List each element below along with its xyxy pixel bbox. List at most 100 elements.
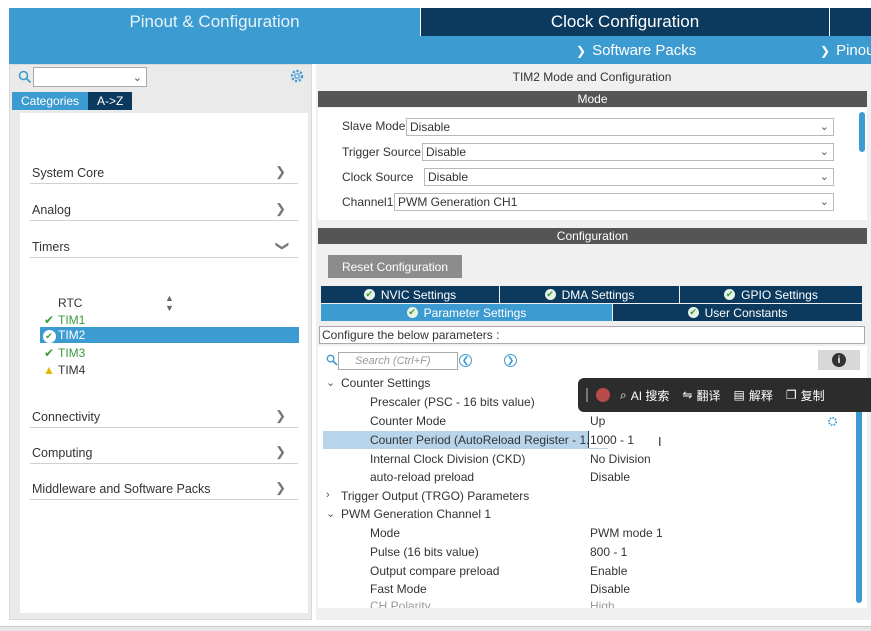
clock-source-select[interactable]: Disable ⌄ (424, 168, 834, 186)
group-label: Counter Settings (341, 376, 431, 390)
timer-item-tim2[interactable]: ✔ TIM2 (40, 327, 299, 343)
param-row[interactable]: Mode PWM mode 1 (318, 524, 838, 542)
chevron-down-icon: ⌄ (819, 121, 829, 133)
panel-title: TIM2 Mode and Configuration (512, 70, 672, 84)
book-icon: ▤ (733, 388, 745, 402)
mode-scrollbar[interactable] (859, 112, 865, 152)
param-value: Disable (590, 582, 631, 596)
timer-item-rtc[interactable]: RTC (40, 295, 299, 311)
gear-icon[interactable] (289, 68, 305, 84)
check-circle-icon: ✔ (406, 307, 418, 318)
timer-item-tim4[interactable]: ▲ TIM4 (40, 362, 299, 378)
mode-row-label: Slave Mode (342, 119, 406, 133)
chevron-down-icon: ⌄ (132, 72, 142, 84)
info-icon[interactable]: i (818, 350, 860, 370)
mode-section: Slave Mode Disable ⌄ Trigger Source Disa… (318, 108, 867, 220)
software-packs-menu[interactable]: ❯ Software Packs (576, 42, 696, 59)
chevron-right-icon: ❯ (275, 408, 286, 423)
chevron-right-icon: ❯ (275, 164, 286, 179)
ai-logo-icon[interactable] (596, 388, 610, 402)
category-analog[interactable]: Analog ❯ (30, 194, 298, 221)
param-row[interactable]: auto-reload preload Disable (318, 468, 838, 486)
next-result-icon[interactable]: ❯ (504, 354, 517, 367)
timer-item-tim1[interactable]: ✔ TIM1 (40, 312, 299, 328)
search-icon[interactable] (18, 70, 32, 84)
drag-handle-icon[interactable] (586, 388, 588, 402)
mode-row-label: Channel1 (342, 195, 394, 209)
channel1-select[interactable]: PWM Generation CH1 ⌄ (394, 193, 834, 211)
tab-user-constants[interactable]: ✔ User Constants (613, 304, 862, 321)
category-label: Computing (32, 446, 93, 460)
floating-ai-toolbar: ⌕ AI 搜索 ⇋ 翻译 ▤ 解释 ❐ 复制 (578, 378, 871, 412)
category-label: Connectivity (32, 410, 101, 424)
param-label: Fast Mode (370, 582, 427, 596)
search-combobox[interactable]: ⌄ (33, 67, 147, 87)
tab-categories[interactable]: Categories (12, 92, 89, 110)
parameter-scrollbar[interactable] (856, 398, 862, 603)
button-label: 解释 (748, 388, 773, 403)
tab-pinout-configuration[interactable]: Pinout & Configuration (9, 8, 420, 36)
trigger-source-select[interactable]: Disable ⌄ (422, 143, 834, 161)
reset-configuration-button[interactable]: Reset Configuration (328, 255, 462, 278)
chevron-down-icon: ❯ (275, 240, 291, 252)
param-value: Disable (590, 470, 631, 484)
param-label: Mode (370, 526, 401, 540)
search-icon: ⌕ (620, 387, 627, 402)
param-row[interactable]: Fast Mode Disable (318, 580, 838, 598)
category-connectivity[interactable]: Connectivity ❯ (30, 401, 298, 428)
group-pwm-channel-1[interactable]: ⌄ PWM Generation Channel 1 (318, 505, 838, 523)
chevron-down-icon: ⌄ (819, 146, 829, 158)
tab-label: GPIO Settings (741, 287, 818, 302)
search-icon (326, 354, 338, 366)
software-packs-label: Software Packs (592, 42, 697, 59)
category-system-core[interactable]: System Core ❯ (30, 157, 298, 184)
param-label: Counter Mode (370, 414, 447, 428)
param-row[interactable]: Internal Clock Division (CKD) No Divisio… (318, 450, 838, 468)
param-label: Counter Period (AutoReload Register - 1.… (370, 433, 597, 447)
tab-a-z[interactable]: A->Z (88, 92, 133, 110)
category-label: System Core (32, 166, 105, 180)
copy-button[interactable]: ❐ 复制 (786, 387, 825, 404)
check-icon: ✔ (43, 313, 55, 327)
tab-dma-settings[interactable]: ✔ DMA Settings (500, 286, 679, 303)
param-row-partial[interactable]: CH Polarity High (318, 597, 838, 608)
slave-mode-select[interactable]: Disable ⌄ (406, 118, 834, 136)
category-timers[interactable]: Timers ❯ (30, 231, 298, 258)
tab-label: User Constants (704, 305, 788, 320)
group-trgo-parameters[interactable]: › Trigger Output (TRGO) Parameters (318, 487, 838, 505)
param-row[interactable]: Counter Mode Up (318, 412, 838, 430)
tab-clock-configuration[interactable]: Clock Configuration (421, 8, 829, 36)
select-value: Disable (428, 170, 469, 184)
text-cursor-icon: I (658, 434, 662, 449)
timer-label: TIM1 (58, 313, 86, 327)
ai-search-button[interactable]: ⌕ AI 搜索 (620, 387, 669, 404)
category-label: Timers (32, 240, 70, 254)
tab-label: Clock Configuration (550, 12, 700, 31)
param-row[interactable]: Output compare preload Enable (318, 562, 838, 580)
tab-more[interactable] (830, 8, 871, 36)
tab-label: DMA Settings (561, 287, 635, 302)
timer-item-tim3[interactable]: ✔ TIM3 (40, 345, 299, 361)
category-middleware[interactable]: Middleware and Software Packs ❯ (30, 473, 298, 500)
timer-label: TIM3 (58, 346, 86, 360)
select-value: Disable (410, 120, 451, 134)
gear-icon[interactable] (827, 416, 838, 427)
tab-gpio-settings[interactable]: ✔ GPIO Settings (680, 286, 862, 303)
timer-label: TIM4 (58, 363, 86, 377)
param-row-counter-period[interactable]: Counter Period (AutoReload Register - 1.… (318, 431, 838, 449)
explain-button[interactable]: ▤ 解释 (734, 387, 773, 404)
check-circle-icon: ✔ (544, 289, 556, 300)
param-value: Up (590, 414, 606, 428)
previous-result-icon[interactable]: ❮ (459, 354, 472, 367)
chevron-right-icon: ❯ (275, 201, 286, 216)
button-label: 翻译 (696, 388, 721, 403)
button-label: 复制 (800, 388, 825, 403)
parameter-search-input[interactable]: Search (Ctrl+F) (326, 352, 458, 370)
category-computing[interactable]: Computing ❯ (30, 437, 298, 464)
pinout-menu[interactable]: ❯ Pinou (820, 42, 871, 59)
translate-button[interactable]: ⇋ 翻译 (682, 387, 720, 404)
copy-icon: ❐ (785, 388, 797, 402)
tab-nvic-settings[interactable]: ✔ NVIC Settings (321, 286, 499, 303)
tab-parameter-settings[interactable]: ✔ Parameter Settings (321, 304, 612, 321)
param-row[interactable]: Pulse (16 bits value) 800 - 1 (318, 543, 838, 561)
